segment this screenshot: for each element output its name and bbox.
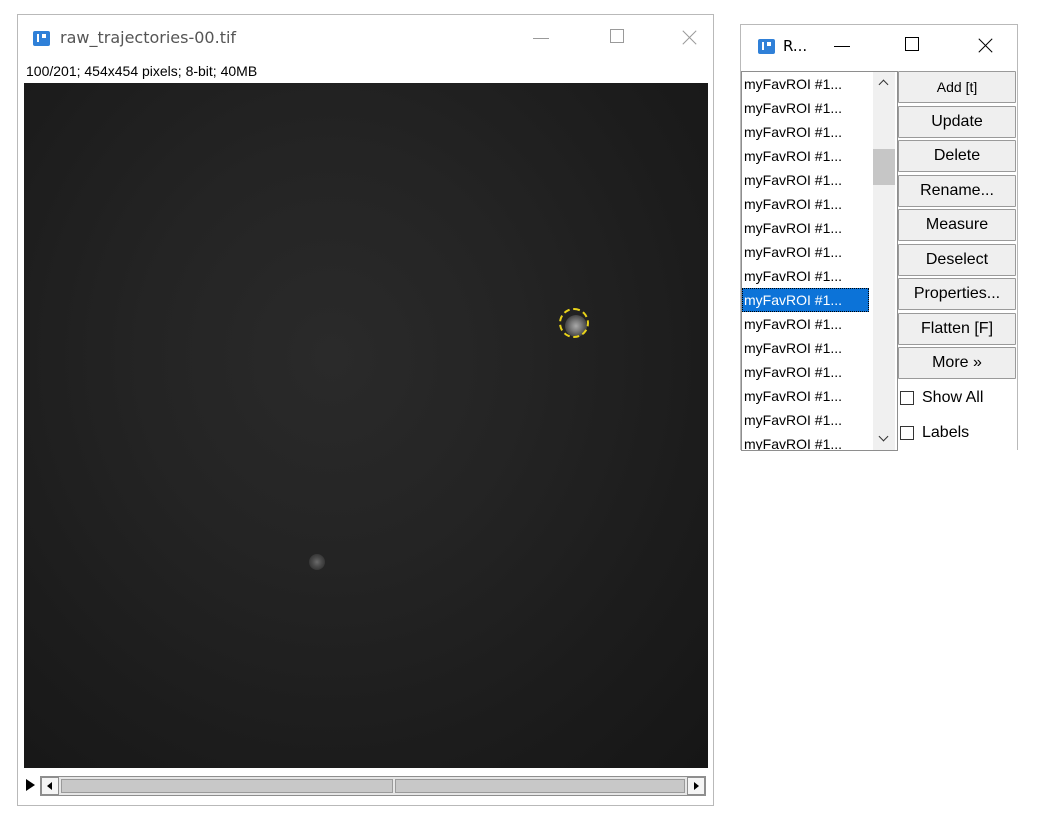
image-info-line: 100/201; 454x454 pixels; 8-bit; 40MB xyxy=(26,63,258,79)
image-window-titlebar[interactable]: raw_trajectories-00.tif xyxy=(18,15,713,61)
roi-list-item[interactable]: myFavROI #1... xyxy=(742,168,869,192)
measure-button[interactable]: Measure xyxy=(898,209,1016,241)
imagej-app-icon xyxy=(33,31,50,46)
roi-list-item[interactable]: myFavROI #1... xyxy=(742,288,869,312)
deselect-button[interactable]: Deselect xyxy=(898,243,1016,276)
roi-list[interactable]: myFavROI #1... myFavROI #1... myFavROI #1.… xyxy=(741,71,898,451)
roi-list-item[interactable]: myFavROI #1... xyxy=(742,240,869,264)
roi-list-item[interactable]: myFavROI #1... xyxy=(742,264,869,288)
scroll-left-icon[interactable] xyxy=(41,777,59,795)
roi-list-item[interactable]: myFavROI #1... xyxy=(742,360,869,384)
scrollbar-track-right[interactable] xyxy=(395,779,685,793)
properties-button[interactable]: Properties... xyxy=(898,278,1016,310)
show-all-label: Show All xyxy=(922,389,984,406)
close-icon[interactable] xyxy=(668,21,712,55)
roi-circle-outline[interactable] xyxy=(559,308,589,338)
scrollbar-track-left[interactable] xyxy=(61,779,393,793)
roi-list-item[interactable]: myFavROI #1... xyxy=(742,312,869,336)
roi-manager-window: R... myFavROI #1... myFavROI #1... myFavRO… xyxy=(740,24,1018,451)
roi-list-item[interactable]: myFavROI #1... xyxy=(742,96,869,120)
update-button[interactable]: Update xyxy=(898,105,1016,138)
show-all-checkbox-row[interactable]: Show All xyxy=(898,387,1016,411)
roi-list-item[interactable]: myFavROI #1... xyxy=(742,384,869,408)
rename-button[interactable]: Rename... xyxy=(898,174,1016,207)
labels-label: Labels xyxy=(922,424,970,441)
play-icon[interactable] xyxy=(26,779,35,791)
roi-list-item[interactable]: myFavROI #1... xyxy=(742,336,869,360)
roi-list-item[interactable]: myFavROI #1... xyxy=(742,192,869,216)
roi-list-item[interactable]: myFavROI #1... xyxy=(742,216,869,240)
maximize-icon[interactable] xyxy=(891,29,935,63)
scroll-up-icon[interactable] xyxy=(873,72,895,94)
labels-checkbox[interactable] xyxy=(900,426,914,440)
close-icon[interactable] xyxy=(964,29,1008,63)
stack-slider-row xyxy=(24,775,708,797)
dim-particle xyxy=(309,554,325,570)
roi-list-item[interactable]: myFavROI #1... xyxy=(742,408,869,432)
roi-list-item[interactable]: myFavROI #1... xyxy=(742,72,869,96)
more-button[interactable]: More » xyxy=(898,347,1016,379)
minimize-icon[interactable] xyxy=(518,21,562,55)
roi-list-item[interactable]: myFavROI #1... xyxy=(742,144,869,168)
scrollbar-thumb[interactable] xyxy=(873,149,895,185)
flatten-button[interactable]: Flatten [F] xyxy=(898,312,1016,345)
imagej-app-icon xyxy=(758,39,775,54)
roi-list-scrollbar[interactable] xyxy=(873,72,895,450)
image-canvas[interactable] xyxy=(24,83,708,768)
roi-manager-title: R... xyxy=(783,37,808,55)
image-window: raw_trajectories-00.tif 100/201; 454x454… xyxy=(17,14,714,806)
show-all-checkbox[interactable] xyxy=(900,391,914,405)
scroll-right-icon[interactable] xyxy=(687,777,705,795)
stack-slice-scrollbar[interactable] xyxy=(40,776,706,796)
roi-list-item[interactable]: myFavROI #1... xyxy=(742,120,869,144)
minimize-icon[interactable] xyxy=(819,29,863,63)
roi-list-item[interactable]: myFavROI #1... xyxy=(742,432,869,450)
delete-button[interactable]: Delete xyxy=(898,140,1016,172)
roi-button-column: Add [t] Update Delete Rename... Measure … xyxy=(898,71,1016,382)
maximize-icon[interactable] xyxy=(596,21,640,55)
labels-checkbox-row[interactable]: Labels xyxy=(898,422,1016,446)
add-button[interactable]: Add [t] xyxy=(898,71,1016,103)
image-window-title: raw_trajectories-00.tif xyxy=(60,28,237,47)
scroll-down-icon[interactable] xyxy=(873,428,895,450)
